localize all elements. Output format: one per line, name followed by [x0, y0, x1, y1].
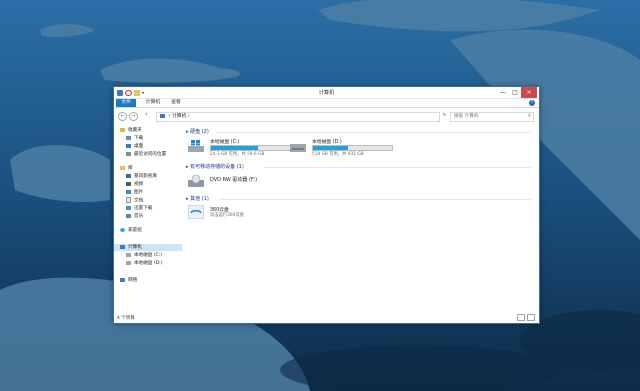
- download-icon: [126, 135, 131, 140]
- breadcrumb-computer[interactable]: 计算机: [172, 114, 186, 119]
- drive-icon: [126, 260, 131, 265]
- large-icons-view-icon[interactable]: [527, 314, 535, 321]
- picture-icon: [126, 189, 131, 194]
- drive-d-size: 519 GB 可用，共 931 GB: [312, 152, 364, 157]
- search-input[interactable]: 搜索 计算机 ⚲: [450, 112, 534, 122]
- music-icon: [126, 213, 131, 218]
- content-pane: ▸ 硬盘 (2) 本地磁盘 (C:) 24.3 GB 可用，共 59.6 GB …: [186, 125, 536, 315]
- nav-lib-videos[interactable]: 视频: [126, 181, 143, 188]
- group-hard-drives[interactable]: ▸ 硬盘 (2): [186, 128, 209, 135]
- navigation-bar: ← → ↑ › 计算机 › ↻ 搜索 计算机 ⚲: [114, 110, 539, 122]
- drive-d-name: 本地磁盘 (D:): [312, 140, 342, 145]
- homegroup-icon: [120, 227, 125, 232]
- forward-button[interactable]: →: [129, 112, 138, 121]
- computer-icon: [160, 113, 165, 118]
- group-divider: [216, 132, 531, 133]
- nav-desktop[interactable]: 桌面: [126, 143, 143, 150]
- group-divider: [218, 199, 531, 200]
- nav-computer[interactable]: 计算机: [114, 244, 182, 251]
- address-bar[interactable]: › 计算机 ›: [156, 112, 440, 122]
- tab-computer[interactable]: 计算机: [142, 99, 164, 107]
- library-icon: [120, 165, 125, 170]
- nav-lib-documents[interactable]: 文档: [126, 197, 143, 204]
- drive-icon: [290, 144, 306, 152]
- view-switcher: [517, 314, 535, 321]
- video-icon: [126, 181, 131, 186]
- dvd-drive-name: DVD RW 驱动器 (F:): [210, 177, 258, 183]
- back-button[interactable]: ←: [118, 112, 127, 121]
- dvd-drive[interactable]: DVD RW 驱动器 (F:): [188, 173, 308, 189]
- document-icon: [126, 197, 131, 203]
- tab-file[interactable]: 文件: [116, 99, 136, 107]
- drive-icon: [126, 252, 131, 257]
- other-item-360[interactable]: 360云盘 双击运行360云盘: [188, 205, 308, 223]
- drive-d[interactable]: 本地磁盘 (D:) 519 GB 可用，共 931 GB: [290, 138, 410, 160]
- minimize-button[interactable]: —: [497, 87, 509, 98]
- network-icon: [120, 277, 125, 282]
- nav-drive-d[interactable]: 本地磁盘 (D:): [126, 260, 163, 267]
- windows-drive-icon: [188, 140, 204, 152]
- nav-recent[interactable]: 最近访问的位置: [126, 151, 166, 158]
- explorer-window: ▾ 计算机 — □ ✕ 文件 计算机 查看 ? ← → ↑ › 计算机 › ↻ …: [113, 86, 540, 324]
- maximize-button[interactable]: □: [509, 87, 521, 98]
- nav-lib-music[interactable]: 音乐: [126, 213, 143, 220]
- drive-c-size: 24.3 GB 可用，共 59.6 GB: [210, 152, 265, 157]
- star-icon: [120, 127, 125, 132]
- breadcrumb-sep[interactable]: ›: [169, 114, 171, 119]
- dvd-drive-icon: [188, 175, 204, 187]
- nav-downloads[interactable]: 下载: [126, 135, 143, 142]
- computer-icon: [120, 244, 125, 249]
- group-divider: [264, 167, 531, 168]
- video-library-icon: [126, 173, 131, 178]
- title-bar: ▾ 计算机 — □ ✕: [114, 87, 539, 99]
- group-other[interactable]: ▸ 其他 (1): [186, 195, 209, 202]
- up-button[interactable]: ↑: [143, 112, 150, 119]
- nav-lib-baofeng[interactable]: 暴风影视库: [126, 173, 157, 180]
- desktop-icon: [126, 143, 131, 148]
- other-item-sub: 双击运行360云盘: [210, 213, 244, 218]
- tab-view[interactable]: 查看: [168, 99, 184, 107]
- details-view-icon[interactable]: [517, 314, 525, 321]
- nav-lib-xunlei[interactable]: 迅雷下载: [126, 205, 152, 212]
- nav-favorites[interactable]: 收藏夹: [120, 127, 142, 134]
- nav-libraries[interactable]: 库: [120, 165, 133, 172]
- drive-d-usage-fill: [313, 146, 348, 150]
- nav-homegroup[interactable]: 家庭组: [120, 227, 142, 234]
- status-item-count: 4 个项目: [117, 316, 135, 321]
- nav-network[interactable]: 网络: [120, 277, 137, 284]
- close-button[interactable]: ✕: [521, 87, 537, 98]
- drive-c-usage-fill: [211, 146, 258, 150]
- drive-c-name: 本地磁盘 (C:): [210, 140, 240, 145]
- search-icon[interactable]: ⚲: [528, 113, 531, 121]
- recent-places-icon: [126, 151, 131, 156]
- nav-drive-c[interactable]: 本地磁盘 (C:): [126, 252, 162, 259]
- nav-lib-pictures[interactable]: 图片: [126, 189, 143, 196]
- help-icon[interactable]: ?: [529, 100, 535, 106]
- window-title: 计算机: [318, 90, 335, 96]
- group-removable[interactable]: ▸ 有可移动存储的设备 (1): [186, 163, 244, 170]
- ribbon-tabs: 文件 计算机 查看 ?: [114, 99, 539, 108]
- cloud-drive-icon: [188, 205, 204, 219]
- refresh-button[interactable]: ↻: [441, 112, 448, 119]
- breadcrumb-sep[interactable]: ›: [188, 114, 190, 119]
- navigation-pane: 收藏夹 下载 桌面 最近访问的位置 库 暴风影视库 视频 图片 文档 迅雷下载 …: [114, 125, 182, 315]
- download-folder-icon: [126, 205, 131, 210]
- window-controls: — □ ✕: [497, 87, 537, 98]
- search-placeholder: 搜索 计算机: [454, 114, 479, 119]
